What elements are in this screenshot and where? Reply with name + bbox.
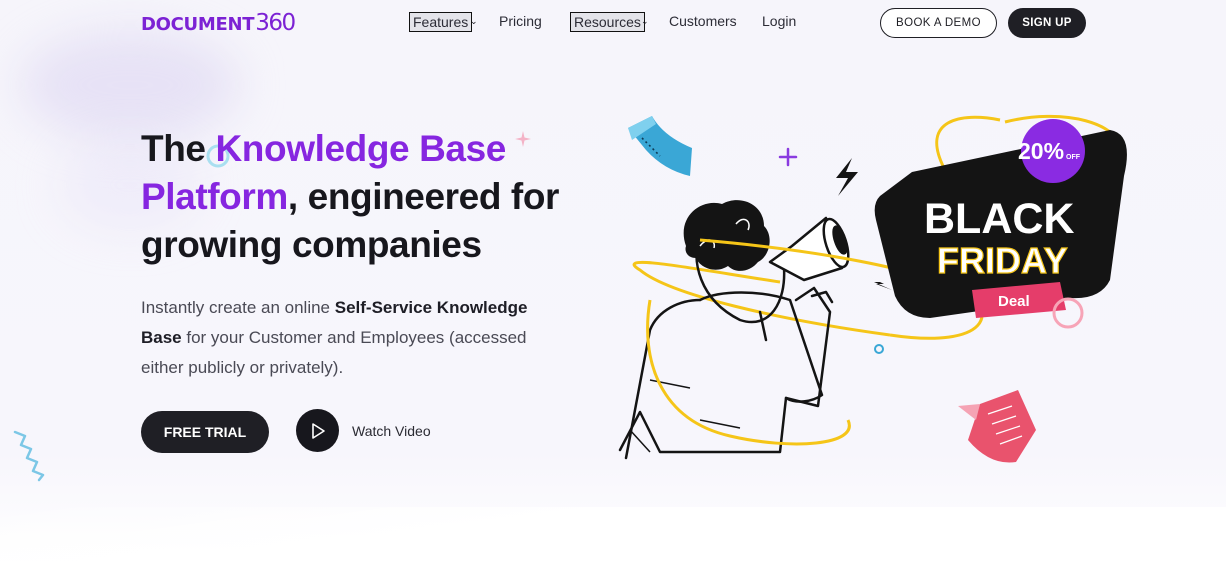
nav-login[interactable]: Login xyxy=(762,12,796,30)
ring-decoration xyxy=(874,344,884,354)
description-part2: for your Customer and Employees (accesse… xyxy=(141,328,527,377)
hero-headline: The Knowledge Base Platform, engineered … xyxy=(141,125,621,269)
background-blob xyxy=(20,30,240,140)
chevron-down-icon: ⌄ xyxy=(470,16,478,26)
sign-up-button[interactable]: SIGN UP xyxy=(1008,8,1086,38)
promo-deal: Deal xyxy=(998,293,1030,310)
black-friday-badge: 20% OFF BLACK FRIDAY Deal xyxy=(874,114,1127,318)
nav-customers[interactable]: Customers xyxy=(669,12,737,30)
description-part1: Instantly create an online xyxy=(141,298,335,317)
nav-features-label: Features xyxy=(413,14,469,30)
promo-black: BLACK xyxy=(924,195,1074,243)
play-icon xyxy=(311,422,325,439)
promo-friday: FRIDAY xyxy=(937,240,1068,281)
pink-paper-icon xyxy=(958,390,1036,463)
free-trial-button[interactable]: FREE TRIAL xyxy=(141,411,269,453)
headline-prefix: The xyxy=(141,128,216,169)
nav-pricing[interactable]: Pricing xyxy=(499,12,542,30)
document360-logo[interactable]: DOCUMENT 360 xyxy=(141,6,296,36)
watch-video-play-button[interactable] xyxy=(296,409,339,452)
ring-decoration xyxy=(1052,297,1084,329)
nav-resources[interactable]: Resources xyxy=(570,12,645,32)
promo-discount: 20% xyxy=(1018,138,1064,164)
hero-description: Instantly create an online Self-Service … xyxy=(141,293,561,383)
logo-number: 360 xyxy=(255,10,296,36)
nav-resources-label: Resources xyxy=(574,14,641,30)
hero-illustration: 20% OFF BLACK FRIDAY Deal xyxy=(618,114,1127,463)
plus-sparkle-icon xyxy=(778,147,798,167)
lightning-icon xyxy=(868,276,892,290)
logo-wordmark: DOCUMENT xyxy=(141,14,255,35)
nav-features[interactable]: Features xyxy=(409,12,473,32)
promo-discount-off: OFF xyxy=(1066,154,1081,161)
book-demo-button[interactable]: BOOK A DEMO xyxy=(880,8,997,38)
bottom-section-edge xyxy=(0,507,1226,565)
blue-paper-icon xyxy=(628,116,692,176)
watch-video-link[interactable]: Watch Video xyxy=(352,422,431,440)
squiggle-decoration xyxy=(13,430,45,482)
chevron-down-icon: ⌄ xyxy=(641,16,649,26)
lightning-icon xyxy=(836,158,858,196)
